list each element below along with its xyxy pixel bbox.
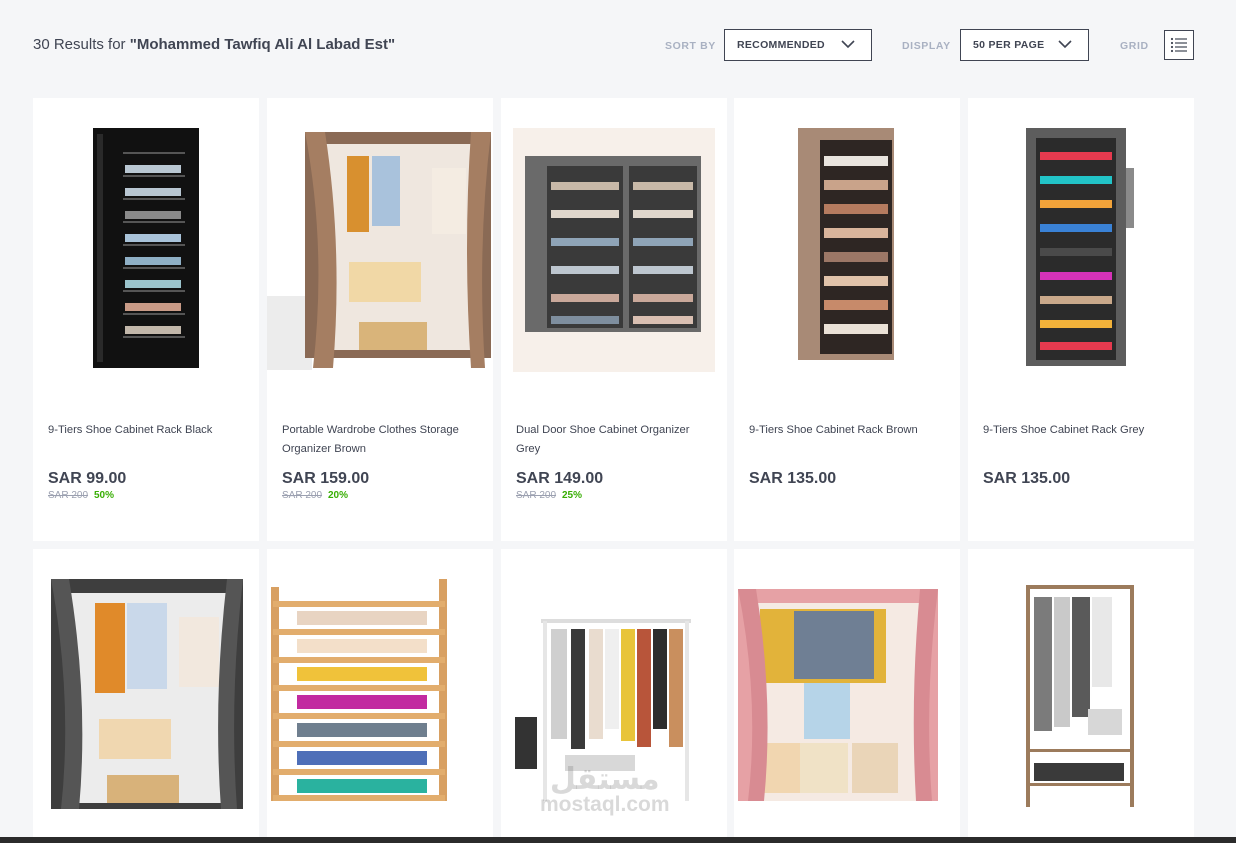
sort-select[interactable]: RECOMMENDED <box>724 29 872 61</box>
product-price: SAR 135.00 <box>983 470 1071 487</box>
product-old-price: SAR 200 <box>48 490 89 501</box>
display-select[interactable]: 50 PER PAGE <box>960 29 1089 61</box>
sort-value: RECOMMENDED <box>737 39 825 51</box>
product-old-price: SAR 200 <box>516 490 557 501</box>
shoe-cabinet-grey-image <box>1026 128 1134 366</box>
product-discount: 25% <box>562 490 583 501</box>
bottom-scrollbar[interactable] <box>0 837 1236 843</box>
product-price: SAR 149.00 <box>516 470 604 487</box>
product-old-price: SAR 200 <box>282 490 323 501</box>
wardrobe-grey-image <box>51 579 243 809</box>
bamboo-shoe-rack-image <box>271 579 447 801</box>
product-card[interactable] <box>968 549 1194 843</box>
product-name[interactable]: 9-Tiers Shoe Cabinet Rack Black <box>48 421 248 440</box>
product-card[interactable]: 9-Tiers Shoe Cabinet Rack Grey SAR 135.0… <box>968 98 1194 541</box>
shoe-cabinet-black-image <box>93 128 199 368</box>
results-summary: 30 Results for "Mohammed Tawfiq Ali Al L… <box>33 36 395 53</box>
product-discount: 50% <box>94 490 115 501</box>
clothes-rack-metal-image <box>1026 585 1134 807</box>
product-discount: 20% <box>328 490 349 501</box>
wardrobe-brown-image <box>267 132 491 370</box>
product-card[interactable]: Dual Door Shoe Cabinet Organizer Grey SA… <box>501 98 727 541</box>
product-name[interactable]: Portable Wardrobe Clothes Storage Organi… <box>282 421 482 459</box>
product-card[interactable]: Portable Wardrobe Clothes Storage Organi… <box>267 98 493 541</box>
watermark-logo: مستقل mostaql.com <box>540 762 670 817</box>
results-count: 30 Results for <box>33 36 126 53</box>
product-price: SAR 159.00 <box>282 470 370 487</box>
shoe-cabinet-brown-image <box>798 128 894 360</box>
chevron-down-icon <box>1058 40 1072 49</box>
watermark-arabic: مستقل <box>549 763 660 796</box>
chevron-down-icon <box>841 40 855 49</box>
watermark-latin: mostaql.com <box>540 793 670 816</box>
product-card[interactable]: 9-Tiers Shoe Cabinet Rack Black SAR 99.0… <box>33 98 259 541</box>
product-card[interactable] <box>267 549 493 843</box>
list-icon <box>1170 37 1187 53</box>
product-name[interactable]: 9-Tiers Shoe Cabinet Rack Brown <box>749 421 949 440</box>
product-price: SAR 99.00 <box>48 470 127 487</box>
product-name[interactable]: 9-Tiers Shoe Cabinet Rack Grey <box>983 421 1183 440</box>
product-name[interactable]: Dual Door Shoe Cabinet Organizer Grey <box>516 421 716 459</box>
product-card[interactable] <box>734 549 960 843</box>
grid-label[interactable]: GRID <box>1120 40 1149 52</box>
product-price: SAR 135.00 <box>749 470 837 487</box>
product-card[interactable]: 9-Tiers Shoe Cabinet Rack Brown SAR 135.… <box>734 98 960 541</box>
dual-shoe-cabinet-grey-image <box>513 128 715 372</box>
display-label: DISPLAY <box>902 40 951 52</box>
search-query: "Mohammed Tawfiq Ali Al Labad Est" <box>129 36 396 53</box>
results-toolbar: 30 Results for "Mohammed Tawfiq Ali Al L… <box>0 0 1236 90</box>
product-card[interactable] <box>33 549 259 843</box>
sort-by-label: SORT BY <box>665 40 716 52</box>
list-view-button[interactable] <box>1164 30 1194 60</box>
wardrobe-pink-image <box>738 589 938 801</box>
display-value: 50 PER PAGE <box>973 39 1045 51</box>
